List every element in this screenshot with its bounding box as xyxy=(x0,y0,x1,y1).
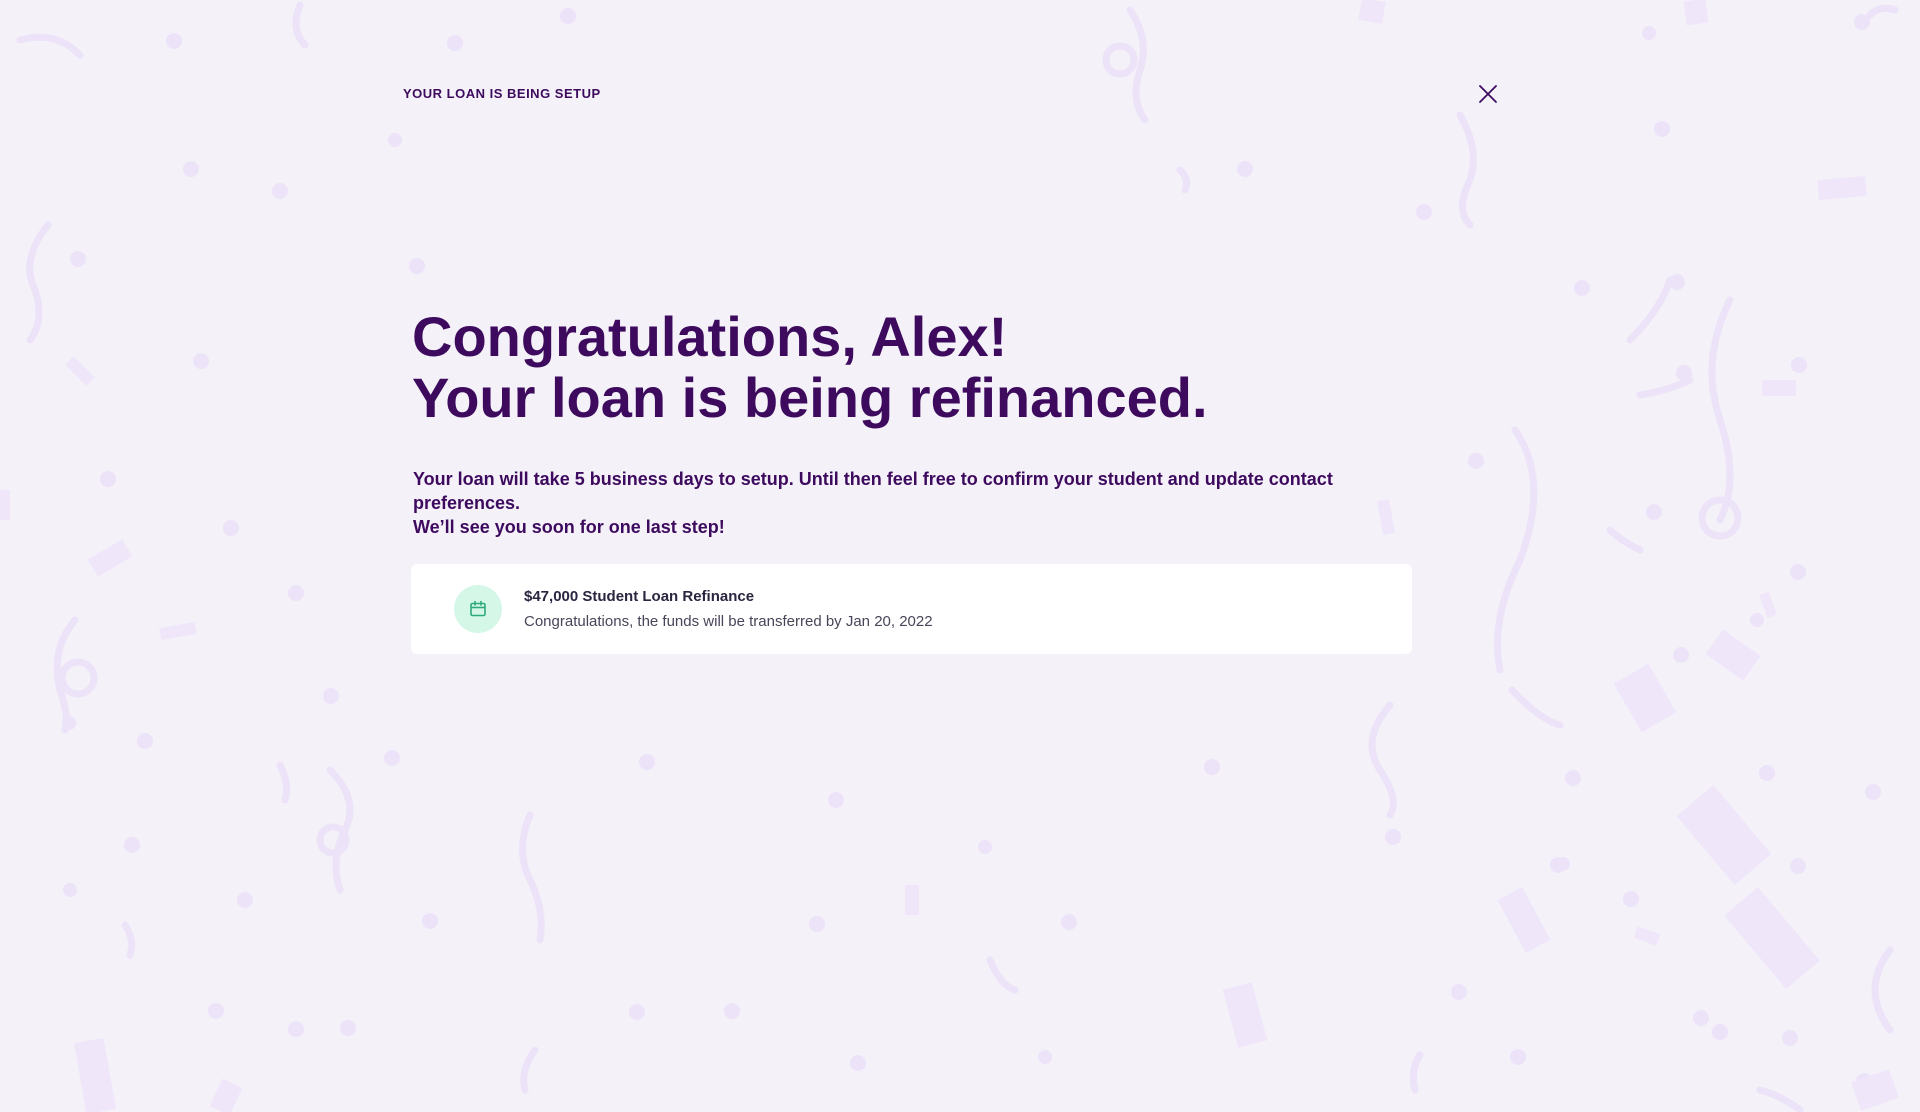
page-label: YOUR LOAN IS BEING SETUP xyxy=(403,86,601,101)
loan-title: $47,000 Student Loan Refinance xyxy=(524,588,755,605)
calendar-icon xyxy=(470,600,486,617)
calendar-icon-badge xyxy=(454,585,502,633)
card-text: $47,000 Student Loan Refinance Congratul… xyxy=(524,588,933,630)
description-line-1: Your loan will take 5 business days to s… xyxy=(413,469,1333,513)
close-icon[interactable] xyxy=(1478,84,1498,104)
title-line-1: Congratulations, Alex! xyxy=(412,305,1008,368)
close-button[interactable] xyxy=(1474,80,1502,108)
description-line-2: We’ll see you soon for one last step! xyxy=(413,517,725,537)
loan-info-card: $47,000 Student Loan Refinance Congratul… xyxy=(411,564,1412,654)
confetti-background xyxy=(0,0,1899,1112)
loan-subtitle: Congratulations, the funds will be trans… xyxy=(524,613,933,630)
page-title: Congratulations, Alex! Your loan is bein… xyxy=(412,306,1208,428)
description: Your loan will take 5 business days to s… xyxy=(413,467,1433,539)
title-line-2: Your loan is being refinanced. xyxy=(412,366,1208,429)
